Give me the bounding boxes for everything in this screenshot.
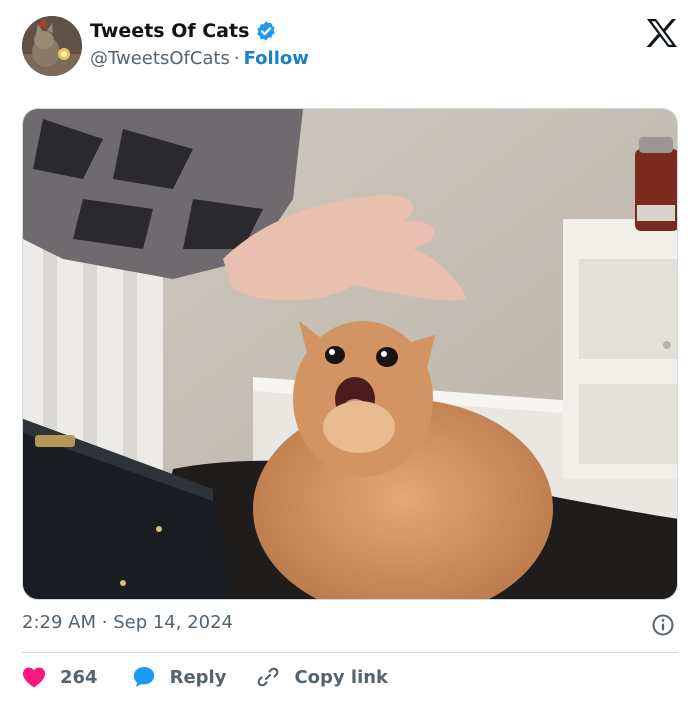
copy-link-label: Copy link bbox=[294, 666, 389, 688]
like-count: 264 bbox=[60, 666, 98, 688]
tweet-timestamp[interactable]: 2:29 AM · Sep 14, 2024 bbox=[22, 612, 233, 633]
divider bbox=[22, 652, 678, 653]
author-name[interactable]: Tweets Of Cats bbox=[90, 20, 249, 42]
timestamp-separator: · bbox=[101, 612, 108, 633]
info-icon[interactable] bbox=[651, 613, 675, 637]
link-icon bbox=[258, 667, 279, 687]
avatar[interactable] bbox=[22, 16, 82, 76]
tweet-date: Sep 14, 2024 bbox=[113, 612, 234, 633]
reply-bubble-icon bbox=[133, 667, 154, 687]
heart-icon bbox=[23, 667, 45, 688]
tweet-time: 2:29 AM bbox=[22, 612, 96, 633]
like-button[interactable]: 264 bbox=[22, 666, 98, 688]
copy-link-button[interactable]: Copy link bbox=[256, 665, 388, 689]
verified-badge-icon bbox=[257, 21, 276, 41]
author-handle-row: @TweetsOfCats · Follow bbox=[90, 48, 309, 69]
tweet-photo[interactable] bbox=[22, 108, 678, 600]
follow-button[interactable]: Follow bbox=[244, 48, 309, 69]
handle-separator: · bbox=[233, 48, 240, 69]
avatar-image bbox=[22, 16, 82, 76]
action-bar: 264 Reply Copy link bbox=[22, 663, 388, 691]
reply-label: Reply bbox=[169, 666, 227, 688]
author-handle[interactable]: @TweetsOfCats bbox=[90, 48, 230, 69]
tweet-card: Tweets Of Cats @TweetsOfCats · Follow 2:… bbox=[0, 0, 700, 704]
author-name-row: Tweets Of Cats bbox=[90, 20, 277, 42]
x-logo-icon[interactable] bbox=[646, 18, 678, 48]
reply-button[interactable]: Reply bbox=[132, 665, 227, 689]
cat-photo-image bbox=[23, 109, 677, 599]
